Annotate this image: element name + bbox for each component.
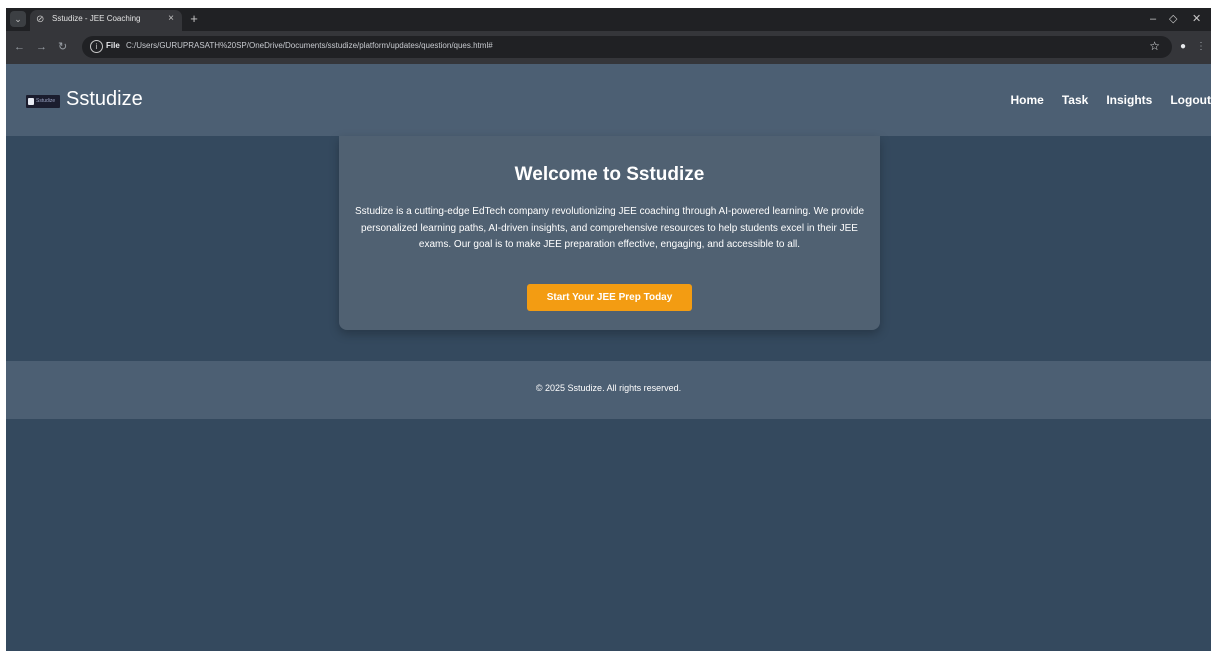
file-label: File [106,41,120,50]
close-icon[interactable]: × [168,13,174,25]
tab-sstudize[interactable]: ⊘ Sstudize - JEE Coaching × [30,10,182,31]
logo[interactable]: Sstudize [26,95,60,108]
info-icon[interactable]: i [90,40,103,53]
main-nav: Home Task Insights Logout [993,93,1211,107]
minimize-icon[interactable]: – [1150,12,1156,26]
tab-strip: ⌄ ⊘ Sstudize - JEE Coaching × + – ◇ ✕ [6,8,1211,31]
brand-name: Sstudize [66,88,143,110]
profile-icon[interactable]: ● [1176,40,1190,54]
welcome-description: Sstudize is a cutting-edge EdTech compan… [355,206,864,250]
restore-icon[interactable]: ◇ [1169,12,1177,26]
address-toolbar: ← → ↻ i File C:/Users/GURUPRASATH%20SP/O… [6,31,1211,64]
address-bar[interactable]: i File C:/Users/GURUPRASATH%20SP/OneDriv… [82,36,1172,58]
welcome-card: Welcome to Sstudize Sstudize is a cuttin… [339,136,880,330]
back-icon[interactable]: ← [14,40,25,54]
star-icon[interactable]: ☆ [1149,39,1160,53]
globe-icon: ⊘ [36,14,45,25]
tab-search-icon[interactable]: ⌄ [10,11,26,27]
plus-icon[interactable]: + [186,11,202,27]
close-window-icon[interactable]: ✕ [1192,12,1201,26]
site-footer: © 2025 Sstudize. All rights reserved. [6,361,1211,419]
welcome-title: Welcome to Sstudize [514,164,705,185]
tab-title: Sstudize - JEE Coaching [52,14,141,23]
browser-window: ⌄ ⊘ Sstudize - JEE Coaching × + – ◇ ✕ ← … [6,8,1211,651]
logo-mark [28,98,34,105]
site-header: Sstudize Sstudize Home Task Insights Log… [6,64,1211,136]
nav-task[interactable]: Task [1062,93,1088,107]
forward-icon[interactable]: → [36,40,47,54]
nav-home[interactable]: Home [1011,93,1044,107]
page-viewport: Sstudize Sstudize Home Task Insights Log… [6,64,1211,651]
start-prep-button[interactable]: Start Your JEE Prep Today [527,284,692,311]
nav-logout[interactable]: Logout [1170,93,1211,107]
nav-insights[interactable]: Insights [1106,93,1152,107]
logo-text: Sstudize [36,98,56,104]
reload-icon[interactable]: ↻ [58,40,67,54]
footer-copyright: © 2025 Sstudize. All rights reserved. [535,383,682,393]
more-icon[interactable]: ⋮ [1196,40,1206,54]
url-text[interactable]: C:/Users/GURUPRASATH%20SP/OneDrive/Docum… [126,41,493,50]
